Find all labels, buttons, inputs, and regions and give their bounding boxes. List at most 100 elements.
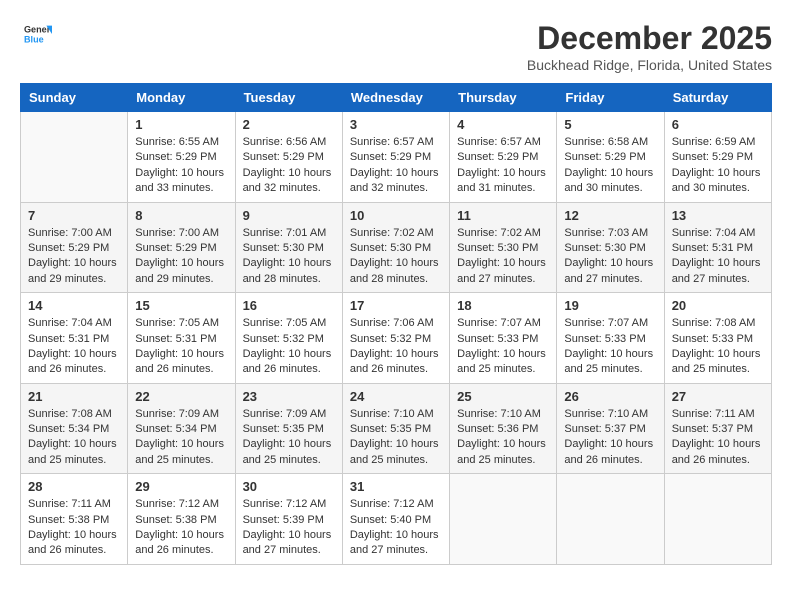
day-number: 20: [672, 298, 764, 313]
day-info: Sunrise: 7:07 AMSunset: 5:33 PMDaylight:…: [564, 316, 656, 378]
day-info: Sunrise: 7:08 AMSunset: 5:33 PMDaylight:…: [672, 316, 764, 378]
calendar-cell: 13 Sunrise: 7:04 AMSunset: 5:31 PMDayligh…: [664, 202, 771, 293]
day-number: 21: [28, 389, 120, 404]
day-info: Sunrise: 6:55 AMSunset: 5:29 PMDaylight:…: [135, 135, 227, 197]
day-info: Sunrise: 7:07 AMSunset: 5:33 PMDaylight:…: [457, 316, 549, 378]
header-day-friday: Friday: [557, 84, 664, 112]
calendar-cell: [21, 112, 128, 203]
calendar-cell: 14Sunrise: 7:04 AMSunset: 5:31 PMDayligh…: [21, 293, 128, 384]
day-info: Sunrise: 7:10 AMSunset: 5:35 PMDaylight:…: [350, 407, 442, 469]
day-info: Sunrise: 7:11 AMSunset: 5:37 PMDaylight:…: [672, 407, 764, 469]
day-info: Sunrise: 6:58 AMSunset: 5:29 PMDaylight:…: [564, 135, 656, 197]
calendar-cell: 6 Sunrise: 6:59 AMSunset: 5:29 PMDaylight…: [664, 112, 771, 203]
day-info: Sunrise: 7:00 AMSunset: 5:29 PMDaylight:…: [28, 226, 120, 288]
day-info: Sunrise: 6:57 AMSunset: 5:29 PMDaylight:…: [350, 135, 442, 197]
header-day-sunday: Sunday: [21, 84, 128, 112]
header-day-wednesday: Wednesday: [342, 84, 449, 112]
calendar-cell: [664, 474, 771, 565]
day-info: Sunrise: 7:04 AMSunset: 5:31 PMDaylight:…: [28, 316, 120, 378]
calendar-cell: 2 Sunrise: 6:56 AMSunset: 5:29 PMDaylight…: [235, 112, 342, 203]
calendar-cell: 28 Sunrise: 7:11 AMSunset: 5:38 PMDayligh…: [21, 474, 128, 565]
day-number: 3: [350, 117, 442, 132]
calendar-cell: 15 Sunrise: 7:05 AMSunset: 5:31 PMDayligh…: [128, 293, 235, 384]
day-info: Sunrise: 7:12 AMSunset: 5:40 PMDaylight:…: [350, 497, 442, 559]
day-number: 22: [135, 389, 227, 404]
day-info: Sunrise: 7:05 AMSunset: 5:32 PMDaylight:…: [243, 316, 335, 378]
calendar-cell: 30Sunrise: 7:12 AMSunset: 5:39 PMDayligh…: [235, 474, 342, 565]
day-number: 12: [564, 208, 656, 223]
calendar-cell: 22 Sunrise: 7:09 AMSunset: 5:34 PMDayligh…: [128, 383, 235, 474]
day-number: 29: [135, 479, 227, 494]
day-info: Sunrise: 7:04 AMSunset: 5:31 PMDaylight:…: [672, 226, 764, 288]
day-number: 18: [457, 298, 549, 313]
calendar-cell: 29 Sunrise: 7:12 AMSunset: 5:38 PMDayligh…: [128, 474, 235, 565]
calendar-cell: 23Sunrise: 7:09 AMSunset: 5:35 PMDayligh…: [235, 383, 342, 474]
calendar-cell: 5 Sunrise: 6:58 AMSunset: 5:29 PMDaylight…: [557, 112, 664, 203]
calendar-cell: 19 Sunrise: 7:07 AMSunset: 5:33 PMDayligh…: [557, 293, 664, 384]
day-number: 27: [672, 389, 764, 404]
calendar-cell: 24Sunrise: 7:10 AMSunset: 5:35 PMDayligh…: [342, 383, 449, 474]
day-info: Sunrise: 7:03 AMSunset: 5:30 PMDaylight:…: [564, 226, 656, 288]
calendar-cell: 4 Sunrise: 6:57 AMSunset: 5:29 PMDaylight…: [450, 112, 557, 203]
day-info: Sunrise: 7:08 AMSunset: 5:34 PMDaylight:…: [28, 407, 120, 469]
calendar-week-row: 7 Sunrise: 7:00 AMSunset: 5:29 PMDaylight…: [21, 202, 772, 293]
day-number: 8: [135, 208, 227, 223]
header: General Blue December 2025 Buckhead Ridg…: [20, 20, 772, 73]
calendar-cell: [450, 474, 557, 565]
day-info: Sunrise: 6:59 AMSunset: 5:29 PMDaylight:…: [672, 135, 764, 197]
calendar-cell: 3 Sunrise: 6:57 AMSunset: 5:29 PMDaylight…: [342, 112, 449, 203]
calendar-header-row: SundayMondayTuesdayWednesdayThursdayFrid…: [21, 84, 772, 112]
day-info: Sunrise: 6:56 AMSunset: 5:29 PMDaylight:…: [243, 135, 335, 197]
calendar-cell: 8Sunrise: 7:00 AMSunset: 5:29 PMDaylight…: [128, 202, 235, 293]
day-info: Sunrise: 7:02 AMSunset: 5:30 PMDaylight:…: [457, 226, 549, 288]
day-info: Sunrise: 7:11 AMSunset: 5:38 PMDaylight:…: [28, 497, 120, 559]
calendar-week-row: 28 Sunrise: 7:11 AMSunset: 5:38 PMDayligh…: [21, 474, 772, 565]
day-info: Sunrise: 7:01 AMSunset: 5:30 PMDaylight:…: [243, 226, 335, 288]
day-info: Sunrise: 7:06 AMSunset: 5:32 PMDaylight:…: [350, 316, 442, 378]
day-number: 31: [350, 479, 442, 494]
day-info: Sunrise: 6:57 AMSunset: 5:29 PMDaylight:…: [457, 135, 549, 197]
day-number: 13: [672, 208, 764, 223]
calendar-cell: 9 Sunrise: 7:01 AMSunset: 5:30 PMDaylight…: [235, 202, 342, 293]
day-number: 5: [564, 117, 656, 132]
day-info: Sunrise: 7:09 AMSunset: 5:34 PMDaylight:…: [135, 407, 227, 469]
calendar-cell: 25Sunrise: 7:10 AMSunset: 5:36 PMDayligh…: [450, 383, 557, 474]
day-info: Sunrise: 7:05 AMSunset: 5:31 PMDaylight:…: [135, 316, 227, 378]
calendar-cell: 7 Sunrise: 7:00 AMSunset: 5:29 PMDaylight…: [21, 202, 128, 293]
day-number: 7: [28, 208, 120, 223]
day-number: 26: [564, 389, 656, 404]
calendar-cell: [557, 474, 664, 565]
day-number: 4: [457, 117, 549, 132]
day-number: 15: [135, 298, 227, 313]
day-number: 9: [243, 208, 335, 223]
day-number: 6: [672, 117, 764, 132]
header-day-tuesday: Tuesday: [235, 84, 342, 112]
day-number: 17: [350, 298, 442, 313]
calendar-cell: 1 Sunrise: 6:55 AMSunset: 5:29 PMDaylight…: [128, 112, 235, 203]
day-number: 11: [457, 208, 549, 223]
header-day-thursday: Thursday: [450, 84, 557, 112]
calendar-cell: 31 Sunrise: 7:12 AMSunset: 5:40 PMDayligh…: [342, 474, 449, 565]
day-number: 2: [243, 117, 335, 132]
calendar: SundayMondayTuesdayWednesdayThursdayFrid…: [20, 83, 772, 565]
day-number: 25: [457, 389, 549, 404]
month-title: December 2025: [527, 20, 772, 57]
day-number: 28: [28, 479, 120, 494]
location: Buckhead Ridge, Florida, United States: [527, 57, 772, 73]
calendar-week-row: 14Sunrise: 7:04 AMSunset: 5:31 PMDayligh…: [21, 293, 772, 384]
header-day-monday: Monday: [128, 84, 235, 112]
calendar-week-row: 1 Sunrise: 6:55 AMSunset: 5:29 PMDaylight…: [21, 112, 772, 203]
day-number: 10: [350, 208, 442, 223]
day-number: 19: [564, 298, 656, 313]
svg-text:Blue: Blue: [24, 34, 44, 44]
logo-icon: General Blue: [24, 20, 52, 48]
calendar-cell: 17 Sunrise: 7:06 AMSunset: 5:32 PMDayligh…: [342, 293, 449, 384]
day-info: Sunrise: 7:12 AMSunset: 5:38 PMDaylight:…: [135, 497, 227, 559]
calendar-cell: 21 Sunrise: 7:08 AMSunset: 5:34 PMDayligh…: [21, 383, 128, 474]
day-number: 1: [135, 117, 227, 132]
calendar-cell: 18 Sunrise: 7:07 AMSunset: 5:33 PMDayligh…: [450, 293, 557, 384]
calendar-cell: 16Sunrise: 7:05 AMSunset: 5:32 PMDayligh…: [235, 293, 342, 384]
calendar-week-row: 21 Sunrise: 7:08 AMSunset: 5:34 PMDayligh…: [21, 383, 772, 474]
calendar-cell: 26 Sunrise: 7:10 AMSunset: 5:37 PMDayligh…: [557, 383, 664, 474]
day-info: Sunrise: 7:10 AMSunset: 5:37 PMDaylight:…: [564, 407, 656, 469]
